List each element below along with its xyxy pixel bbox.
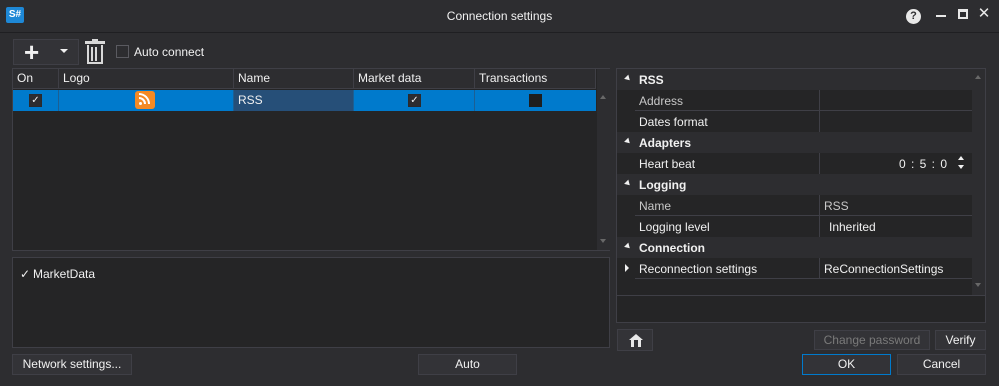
connections-grid: On Logo Name Market data Transactions ✓ … <box>12 68 610 251</box>
column-header-transactions[interactable]: Transactions <box>475 69 596 89</box>
auto-connect-label: Auto connect <box>134 45 205 59</box>
title-bar: S# Connection settings ? ✕ <box>0 0 999 33</box>
logging-level-value[interactable]: Inherited <box>829 220 876 234</box>
scroll-up-icon[interactable] <box>975 75 981 79</box>
property-row-logging-level[interactable]: Logging level Inherited <box>617 216 972 237</box>
change-password-button[interactable]: Change password <box>814 330 930 350</box>
help-icon[interactable]: ? <box>906 9 921 24</box>
close-icon[interactable]: ✕ <box>976 6 992 22</box>
scroll-up-icon[interactable] <box>600 95 606 99</box>
verify-button[interactable]: Verify <box>935 330 986 350</box>
property-row-heart-beat[interactable]: Heart beat 0 : 5 : 0 <box>617 153 972 174</box>
column-header-market-data[interactable]: Market data <box>354 69 475 89</box>
network-settings-button[interactable]: Network settings... <box>12 354 132 375</box>
plus-icon: + <box>24 37 40 67</box>
add-connection-button[interactable]: + <box>13 37 79 67</box>
property-row-name[interactable]: Name RSS <box>617 195 972 216</box>
spin-down-icon[interactable] <box>958 165 964 169</box>
heart-beat-value[interactable]: 0 : 5 : 0 <box>899 157 948 171</box>
reconnection-settings-value[interactable]: ReConnectionSettings <box>824 262 943 276</box>
table-row[interactable]: ✓ RSS ✓ <box>13 90 596 111</box>
auto-button[interactable]: Auto <box>418 354 517 375</box>
marketdata-check-icon[interactable]: ✓ <box>20 267 30 281</box>
connection-name: RSS <box>234 90 354 111</box>
cancel-button[interactable]: Cancel <box>897 354 986 375</box>
scroll-down-icon[interactable] <box>975 283 981 287</box>
category-connection[interactable]: Connection <box>617 237 972 258</box>
home-icon <box>629 334 643 347</box>
default-settings-button[interactable] <box>617 329 653 351</box>
grid-scrollbar[interactable] <box>597 69 610 250</box>
property-row-address[interactable]: Address <box>617 90 972 111</box>
auto-connect-checkbox[interactable] <box>116 45 129 58</box>
transactions-checkbox[interactable] <box>529 94 542 107</box>
collapse-icon[interactable] <box>624 74 632 83</box>
property-row-dates-format[interactable]: Dates format <box>617 111 972 132</box>
expand-icon[interactable] <box>625 264 629 272</box>
property-grid: RSS Address Dates format Adapters Heart … <box>616 68 986 323</box>
name-value[interactable]: RSS <box>824 199 849 213</box>
grid-header: On Logo Name Market data Transactions <box>13 69 596 89</box>
delete-connection-button[interactable] <box>85 39 105 65</box>
chevron-down-icon[interactable] <box>60 49 68 53</box>
column-header-logo[interactable]: Logo <box>59 69 234 89</box>
ok-button[interactable]: OK <box>802 354 891 375</box>
category-adapters[interactable]: Adapters <box>617 132 972 153</box>
on-checkbox[interactable]: ✓ <box>29 94 42 107</box>
property-scrollbar[interactable] <box>972 69 985 295</box>
category-logging[interactable]: Logging <box>617 174 972 195</box>
property-row-reconnection-settings[interactable]: Reconnection settings ReConnectionSettin… <box>617 258 972 279</box>
category-rss[interactable]: RSS <box>617 69 972 90</box>
collapse-icon[interactable] <box>624 137 632 146</box>
marketdata-label[interactable]: MarketData <box>33 267 95 281</box>
collapse-icon[interactable] <box>624 179 632 188</box>
spin-up-icon[interactable] <box>958 156 964 160</box>
message-types-panel: ✓ MarketData <box>12 257 610 348</box>
maximize-icon[interactable] <box>958 9 968 19</box>
column-header-on[interactable]: On <box>13 69 59 89</box>
window-title: Connection settings <box>446 9 553 23</box>
market-data-checkbox[interactable]: ✓ <box>408 94 421 107</box>
rss-icon <box>135 91 155 109</box>
column-header-name[interactable]: Name <box>234 69 354 89</box>
scroll-down-icon[interactable] <box>600 239 606 243</box>
collapse-icon[interactable] <box>624 242 632 251</box>
minimize-icon[interactable] <box>936 15 946 17</box>
